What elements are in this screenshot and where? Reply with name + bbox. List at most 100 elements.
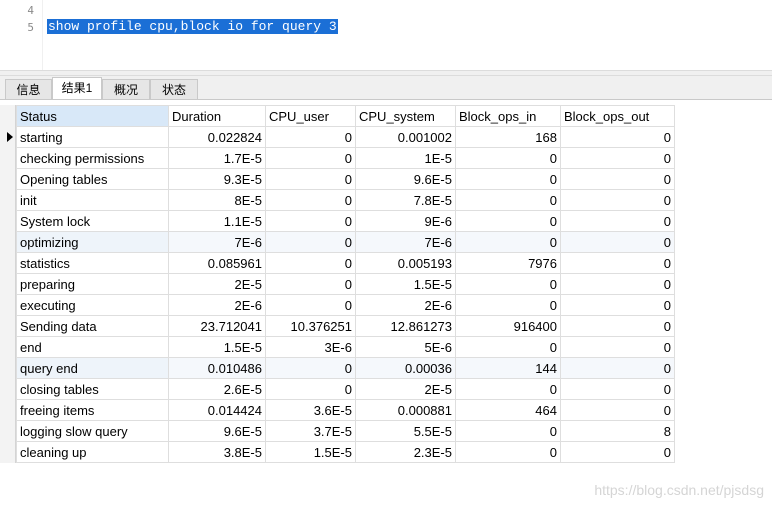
column-header-block-ops-out[interactable]: Block_ops_out <box>560 105 675 127</box>
table-row[interactable]: closing tables 2.6E-5 0 2E-5 0 0 <box>16 378 675 400</box>
table-cell[interactable]: 2.3E-5 <box>355 441 456 463</box>
table-cell[interactable]: 0 <box>265 126 356 148</box>
table-cell[interactable]: 0 <box>560 357 675 379</box>
table-cell[interactable]: 168 <box>455 126 561 148</box>
table-row[interactable]: System lock 1.1E-5 0 9E-6 0 0 <box>16 210 675 232</box>
table-row[interactable]: init 8E-5 0 7.8E-5 0 0 <box>16 189 675 211</box>
table-cell[interactable]: 0 <box>455 231 561 253</box>
table-cell[interactable]: 0 <box>560 294 675 316</box>
column-header-status[interactable]: Status <box>16 105 169 127</box>
table-cell[interactable]: 3.8E-5 <box>168 441 266 463</box>
table-cell[interactable]: 0 <box>265 273 356 295</box>
table-cell[interactable]: 0 <box>560 441 675 463</box>
table-cell[interactable]: 1E-5 <box>355 147 456 169</box>
table-cell[interactable]: executing <box>16 294 169 316</box>
table-cell[interactable]: 0 <box>560 336 675 358</box>
table-cell[interactable]: 0 <box>265 210 356 232</box>
table-cell[interactable]: cleaning up <box>16 441 169 463</box>
table-row[interactable]: cleaning up 3.8E-5 1.5E-5 2.3E-5 0 0 <box>16 441 675 463</box>
table-cell[interactable]: 3.7E-5 <box>265 420 356 442</box>
table-cell[interactable]: 0 <box>265 189 356 211</box>
table-cell[interactable]: Opening tables <box>16 168 169 190</box>
table-cell[interactable]: 0 <box>265 294 356 316</box>
table-cell[interactable]: 0 <box>265 231 356 253</box>
table-cell[interactable]: 0 <box>560 147 675 169</box>
table-cell[interactable]: 9.6E-5 <box>355 168 456 190</box>
table-cell[interactable]: 5E-6 <box>355 336 456 358</box>
table-cell[interactable]: 2.6E-5 <box>168 378 266 400</box>
table-cell[interactable]: 2E-5 <box>355 378 456 400</box>
code-line[interactable]: show profile cpu,block io for query 3 <box>47 19 338 35</box>
table-cell[interactable]: 7976 <box>455 252 561 274</box>
table-cell[interactable]: 0 <box>560 273 675 295</box>
table-cell[interactable]: 0.085961 <box>168 252 266 274</box>
table-row[interactable]: starting 0.022824 0 0.001002 168 0 <box>16 126 675 148</box>
table-cell[interactable]: 2E-6 <box>168 294 266 316</box>
table-row[interactable]: optimizing 7E-6 0 7E-6 0 0 <box>16 231 675 253</box>
sql-editor[interactable]: 4 5 show profile cpu,block io for query … <box>0 0 772 70</box>
table-cell[interactable]: statistics <box>16 252 169 274</box>
table-cell[interactable]: 7E-6 <box>355 231 456 253</box>
table-cell[interactable]: end <box>16 336 169 358</box>
column-header-block-ops-in[interactable]: Block_ops_in <box>455 105 561 127</box>
table-cell[interactable]: query end <box>16 357 169 379</box>
table-cell[interactable]: 0 <box>560 231 675 253</box>
row-header-column[interactable] <box>0 105 16 463</box>
table-cell[interactable]: 0.005193 <box>355 252 456 274</box>
table-cell[interactable]: Sending data <box>16 315 169 337</box>
table-cell[interactable]: 0 <box>265 378 356 400</box>
table-row[interactable]: preparing 2E-5 0 1.5E-5 0 0 <box>16 273 675 295</box>
table-cell[interactable]: checking permissions <box>16 147 169 169</box>
table-cell[interactable]: 0 <box>560 252 675 274</box>
table-cell[interactable]: 0 <box>560 189 675 211</box>
table-cell[interactable]: 5.5E-5 <box>355 420 456 442</box>
table-cell[interactable]: init <box>16 189 169 211</box>
column-header-duration[interactable]: Duration <box>168 105 266 127</box>
table-cell[interactable]: 0.00036 <box>355 357 456 379</box>
tab-profile[interactable]: 概况 <box>102 79 150 99</box>
table-cell[interactable]: preparing <box>16 273 169 295</box>
table-row[interactable]: Opening tables 9.3E-5 0 9.6E-5 0 0 <box>16 168 675 190</box>
table-row[interactable]: query end 0.010486 0 0.00036 144 0 <box>16 357 675 379</box>
table-cell[interactable]: starting <box>16 126 169 148</box>
tab-status[interactable]: 状态 <box>150 79 198 99</box>
table-cell[interactable]: 8E-5 <box>168 189 266 211</box>
table-cell[interactable]: 144 <box>455 357 561 379</box>
table-cell[interactable]: 0.022824 <box>168 126 266 148</box>
table-cell[interactable]: 0 <box>265 357 356 379</box>
table-cell[interactable]: 0 <box>560 126 675 148</box>
table-cell[interactable]: closing tables <box>16 378 169 400</box>
table-cell[interactable]: 0 <box>455 189 561 211</box>
table-row[interactable]: checking permissions 1.7E-5 0 1E-5 0 0 <box>16 147 675 169</box>
table-cell[interactable]: logging slow query <box>16 420 169 442</box>
table-cell[interactable]: 0 <box>455 378 561 400</box>
tab-result1[interactable]: 结果1 <box>52 77 102 100</box>
table-cell[interactable]: 1.5E-5 <box>265 441 356 463</box>
table-cell[interactable]: 0.000881 <box>355 399 456 421</box>
table-cell[interactable]: 1.7E-5 <box>168 147 266 169</box>
table-cell[interactable]: 0 <box>455 294 561 316</box>
table-cell[interactable]: 1.5E-5 <box>355 273 456 295</box>
column-header-cpu-system[interactable]: CPU_system <box>355 105 456 127</box>
table-cell[interactable]: 0.001002 <box>355 126 456 148</box>
table-cell[interactable]: 3E-6 <box>265 336 356 358</box>
table-cell[interactable]: 2E-5 <box>168 273 266 295</box>
table-cell[interactable]: 0 <box>455 273 561 295</box>
table-cell[interactable]: 9.6E-5 <box>168 420 266 442</box>
table-cell[interactable]: 0 <box>560 168 675 190</box>
table-cell[interactable]: 1.1E-5 <box>168 210 266 232</box>
table-cell[interactable]: 0 <box>265 147 356 169</box>
table-cell[interactable]: 0 <box>455 147 561 169</box>
table-cell[interactable]: 916400 <box>455 315 561 337</box>
result-table[interactable]: Status Duration CPU_user CPU_system Bloc… <box>16 105 675 463</box>
tab-info[interactable]: 信息 <box>5 79 52 99</box>
table-cell[interactable]: 9E-6 <box>355 210 456 232</box>
table-cell[interactable]: 23.712041 <box>168 315 266 337</box>
table-cell[interactable]: 9.3E-5 <box>168 168 266 190</box>
table-cell[interactable]: optimizing <box>16 231 169 253</box>
table-cell[interactable]: System lock <box>16 210 169 232</box>
table-cell[interactable]: freeing items <box>16 399 169 421</box>
table-row[interactable]: logging slow query 9.6E-5 3.7E-5 5.5E-5 0 8 <box>16 420 675 442</box>
table-cell[interactable]: 0 <box>265 168 356 190</box>
selected-sql-text[interactable]: show profile cpu,block io for query 3 <box>47 19 338 34</box>
